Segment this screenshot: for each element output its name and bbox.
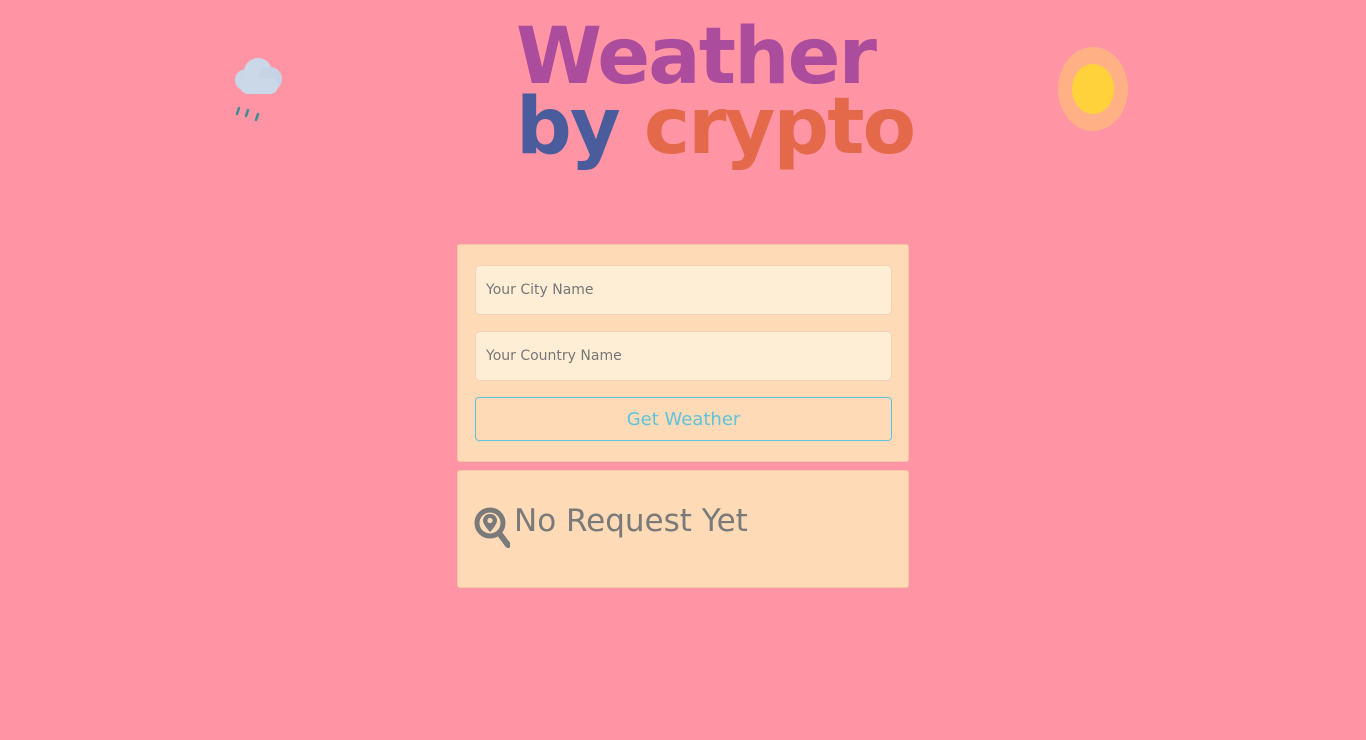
page: Weather by crypto Get Weather No Request… bbox=[0, 0, 1366, 740]
app-logo: Weather by crypto bbox=[516, 18, 916, 168]
logo-text-by: by bbox=[516, 82, 621, 172]
logo-line-by-crypto: by crypto bbox=[516, 88, 916, 168]
request-status-text: No Request Yet bbox=[514, 503, 748, 539]
city-name-input[interactable] bbox=[475, 265, 892, 315]
get-weather-button[interactable]: Get Weather bbox=[475, 397, 892, 441]
rain-cloud-icon bbox=[235, 58, 282, 122]
logo-text-crypto: crypto bbox=[643, 82, 916, 172]
sun-icon bbox=[1058, 47, 1128, 131]
result-panel: No Request Yet bbox=[457, 470, 909, 588]
country-name-input[interactable] bbox=[475, 331, 892, 381]
weather-form-panel: Get Weather bbox=[457, 244, 909, 462]
search-location-icon bbox=[474, 507, 510, 548]
